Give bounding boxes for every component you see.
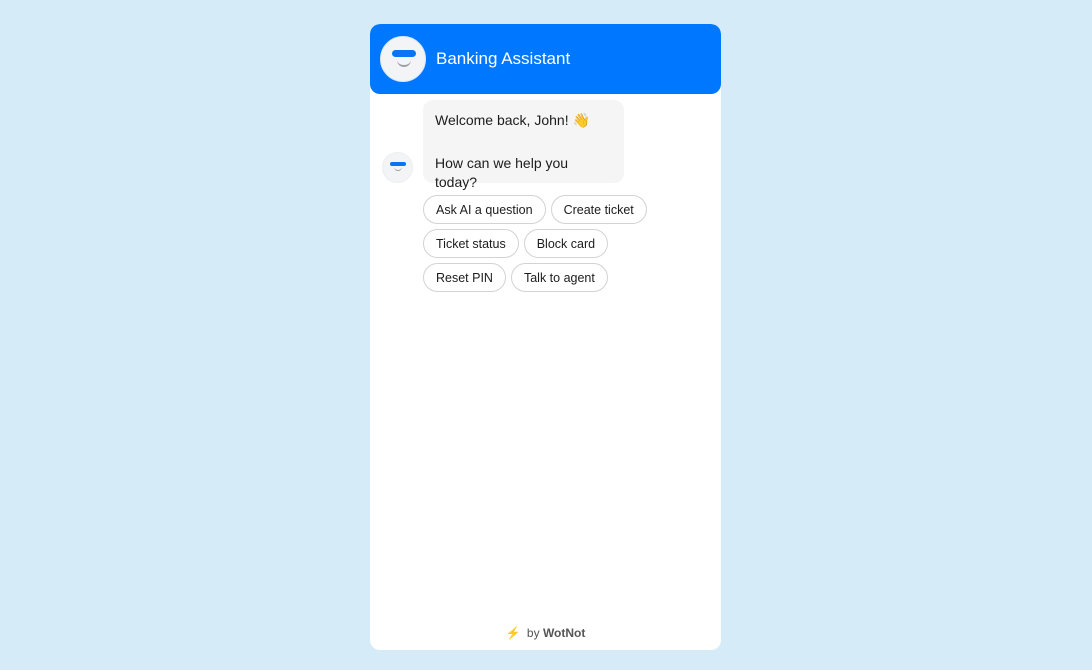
brand-name: WotNot — [542, 626, 586, 640]
message-bubble: Welcome back, John! 👋 How can we help yo… — [423, 100, 624, 190]
quick-reply-talk-to-agent[interactable]: Talk to agent — [510, 263, 608, 292]
quick-reply-reset-pin[interactable]: Reset PIN — [423, 263, 506, 292]
bot-avatar-icon — [380, 36, 426, 82]
chat-title: Banking Assistant — [436, 49, 571, 68]
message-line: How can we help you today? — [435, 155, 569, 190]
lightning-icon: ⚡ — [505, 626, 521, 640]
quick-reply-ask-ai[interactable]: Ask AI a question — [423, 195, 546, 224]
chat-widget: Banking Assistant Welcome back, John! 👋 … — [370, 24, 721, 650]
quick-reply-ticket-status[interactable]: Ticket status — [423, 229, 519, 258]
quick-replies: Ask AI a question Create ticket Ticket s… — [423, 195, 703, 297]
bot-message-avatar-icon — [382, 152, 413, 183]
powered-by[interactable]: ⚡ by WotNot — [370, 626, 721, 640]
chat-header: Banking Assistant — [370, 24, 721, 94]
powered-by-prefix: by — [526, 626, 540, 640]
quick-reply-create-ticket[interactable]: Create ticket — [550, 195, 647, 224]
quick-reply-block-card[interactable]: Block card — [523, 229, 609, 258]
message-line: Welcome back, John! 👋 — [435, 112, 590, 128]
